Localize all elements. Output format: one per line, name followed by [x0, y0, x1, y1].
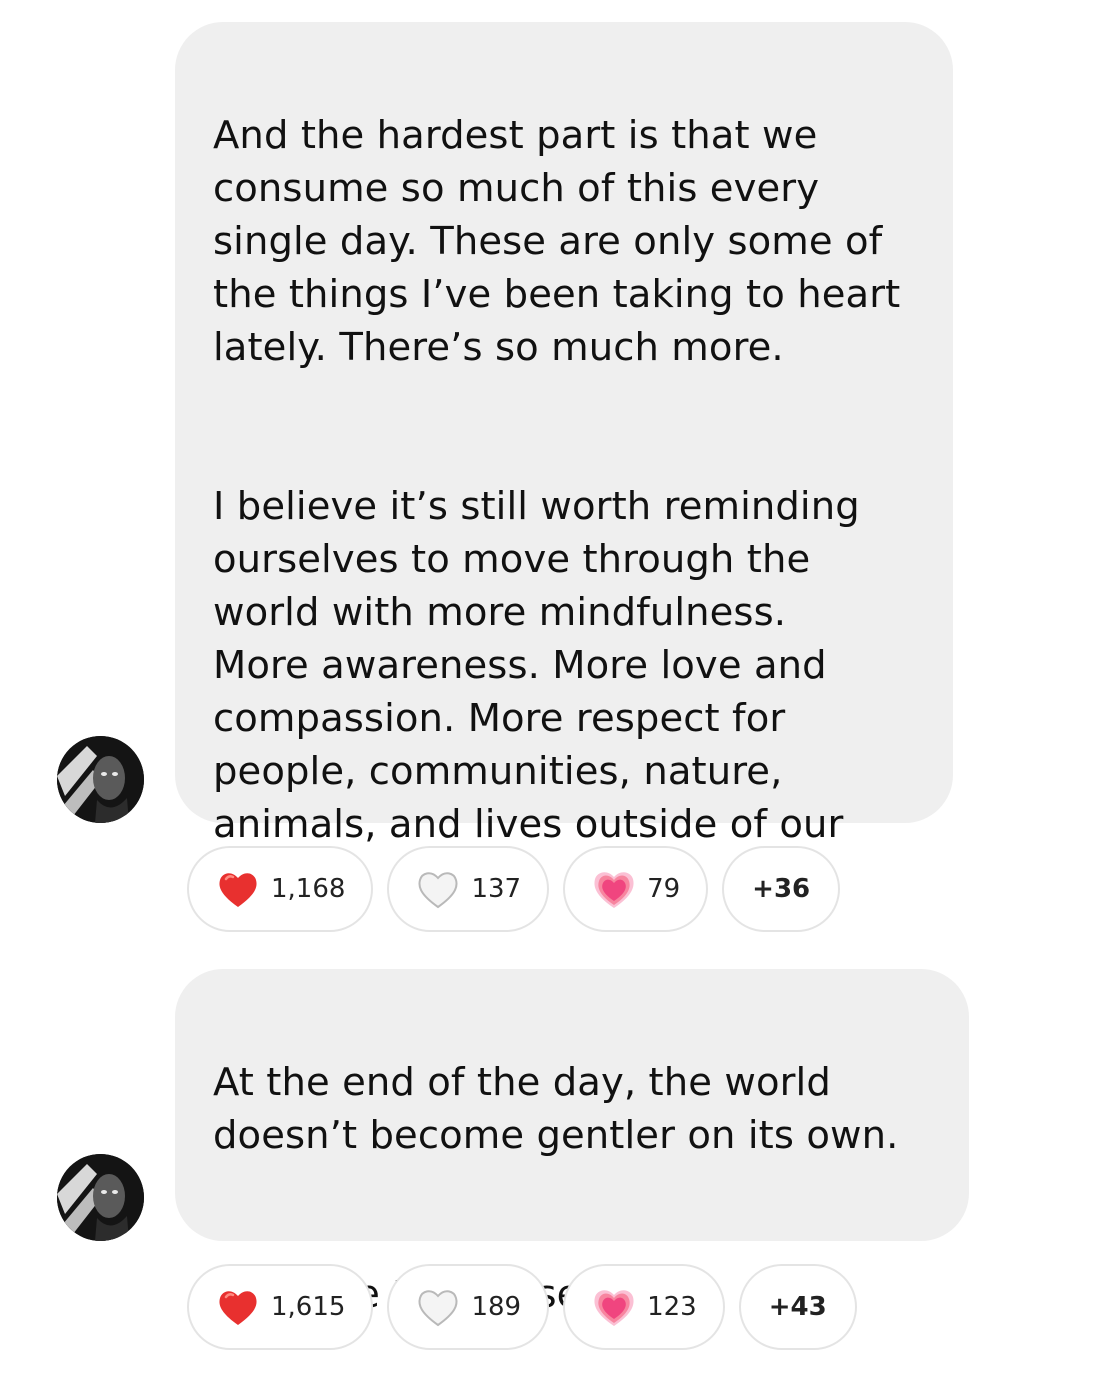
message-bubble[interactable]: At the end of the day, the world doesn’t…: [175, 969, 969, 1317]
avatar[interactable]: [57, 736, 144, 823]
reaction-count: 1,168: [271, 874, 346, 904]
avatar[interactable]: [57, 1154, 144, 1241]
reaction-count: 1,615: [271, 1292, 346, 1322]
white-heart-icon: [418, 1290, 458, 1327]
reaction-count: 79: [647, 874, 681, 904]
more-reactions-button[interactable]: +36: [722, 846, 841, 932]
red-heart-icon: [219, 873, 257, 907]
reaction-white-heart[interactable]: 137: [387, 846, 550, 932]
growing-heart-icon: [594, 872, 634, 908]
message-text: And the hardest part is that we consume …: [213, 113, 901, 370]
reaction-bar: 1,168 137 79 +36: [187, 846, 841, 932]
message-text: I believe it’s still worth reminding our…: [213, 484, 860, 900]
white-heart-icon: [418, 872, 458, 909]
reaction-count: 137: [471, 874, 522, 904]
more-reactions-count: +36: [752, 874, 811, 904]
message-text: At the end of the day, the world doesn’t…: [213, 1060, 899, 1158]
reaction-count: 189: [471, 1292, 522, 1322]
red-heart-icon: [219, 1291, 257, 1325]
more-reactions-button[interactable]: +43: [738, 1264, 857, 1350]
message-bubble[interactable]: And the hardest part is that we consume …: [175, 22, 953, 900]
growing-heart-icon: [594, 1290, 634, 1326]
reaction-red-heart[interactable]: 1,168: [187, 846, 374, 932]
reaction-white-heart[interactable]: 189: [387, 1264, 550, 1350]
reaction-count: 123: [647, 1292, 697, 1322]
more-reactions-count: +43: [768, 1292, 827, 1322]
reaction-red-heart[interactable]: 1,615: [187, 1264, 374, 1350]
reaction-growing-heart[interactable]: 79: [563, 846, 709, 932]
reaction-bar: 1,615 189 123 +43: [187, 1264, 857, 1350]
reaction-growing-heart[interactable]: 123: [563, 1264, 725, 1350]
